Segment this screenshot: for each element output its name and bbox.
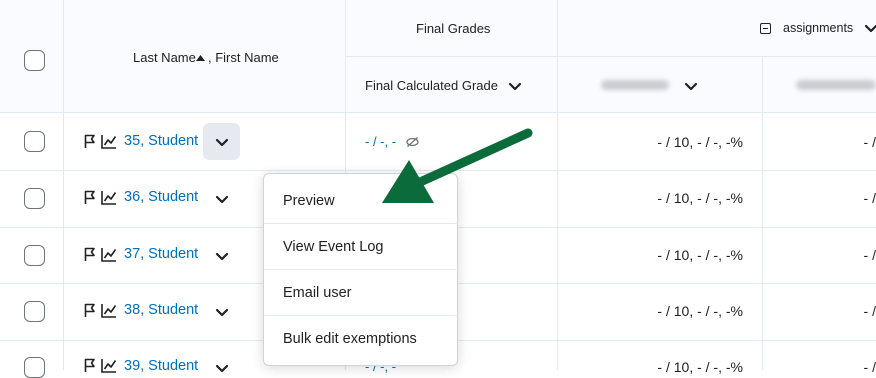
menu-item-preview[interactable]: Preview	[264, 178, 459, 224]
chevron-down-icon[interactable]	[508, 82, 522, 92]
row-select-checkbox[interactable]	[24, 188, 45, 209]
stats-chart-icon[interactable]	[101, 303, 117, 318]
row-select-checkbox[interactable]	[24, 357, 45, 378]
final-grade-link[interactable]: - / -, -	[365, 134, 396, 149]
student-name-link[interactable]: 37, Student	[124, 246, 198, 262]
chevron-down-icon[interactable]	[215, 252, 229, 262]
chevron-down-icon[interactable]	[684, 82, 698, 92]
sort-ascending-icon	[196, 55, 205, 61]
student-name-link[interactable]: 39, Student	[124, 358, 198, 374]
last-name-sort-header[interactable]: Last Name	[133, 50, 196, 65]
flag-icon[interactable]	[84, 358, 96, 373]
flag-icon[interactable]	[84, 134, 96, 149]
chevron-down-icon[interactable]	[215, 364, 229, 374]
row-select-checkbox[interactable]	[24, 245, 45, 266]
stats-chart-icon[interactable]	[101, 247, 117, 262]
first-name-sort-header[interactable]: , First Name	[208, 50, 279, 65]
flag-icon[interactable]	[84, 303, 96, 318]
select-all-checkbox[interactable]	[24, 50, 45, 71]
chevron-down-icon[interactable]	[864, 24, 876, 34]
assignment-score: - / 10, - / -, -%	[657, 134, 743, 150]
row-select-checkbox[interactable]	[24, 301, 45, 322]
assignment-score: - / 10, - / -, -%	[657, 359, 743, 375]
assignment-score: - /	[863, 190, 876, 206]
assignment-score: - / 10, - / -, -%	[657, 247, 743, 263]
student-name-link[interactable]: 36, Student	[124, 189, 198, 205]
assignment-score: - /	[863, 134, 876, 150]
hidden-eye-icon	[406, 137, 419, 147]
menu-item-view-event-log[interactable]: View Event Log	[264, 224, 459, 270]
final-calculated-grade-header[interactable]: Final Calculated Grade	[365, 78, 498, 93]
gradebook-grid: Last Name , First Name Final Grades Fina…	[0, 0, 876, 378]
assignment-score: - / 10, - / -, -%	[657, 190, 743, 206]
student-actions-button[interactable]	[203, 123, 240, 160]
stats-chart-icon[interactable]	[101, 190, 117, 205]
collapse-toggle-icon[interactable]	[760, 23, 771, 34]
header-name-cell	[64, 0, 346, 113]
assignment-1-title-redacted	[601, 80, 669, 90]
menu-item-email-user[interactable]: Email user	[264, 270, 459, 316]
chevron-down-icon[interactable]	[215, 308, 229, 318]
stats-chart-icon[interactable]	[101, 134, 117, 149]
student-name-link[interactable]: 38, Student	[124, 302, 198, 318]
chevron-down-icon[interactable]	[215, 195, 229, 205]
chevron-down-icon	[215, 138, 229, 147]
student-actions-menu: Preview View Event Log Email user Bulk e…	[263, 173, 459, 366]
assignments-category-header[interactable]: assignments	[783, 21, 853, 35]
stats-chart-icon[interactable]	[101, 358, 117, 373]
assignment-score: - / 10, - / -, -%	[657, 303, 743, 319]
row-select-checkbox[interactable]	[24, 131, 45, 152]
menu-item-bulk-edit-exemptions[interactable]: Bulk edit exemptions	[264, 316, 459, 362]
assignment-score: - /	[863, 247, 876, 263]
assignment-score: - /	[863, 303, 876, 319]
student-name-link[interactable]: 35, Student	[124, 133, 198, 149]
flag-icon[interactable]	[84, 190, 96, 205]
assignment-2-title-redacted	[796, 80, 876, 90]
assignment-score: - /	[863, 359, 876, 375]
final-grades-label: Final Grades	[416, 21, 491, 36]
flag-icon[interactable]	[84, 247, 96, 262]
